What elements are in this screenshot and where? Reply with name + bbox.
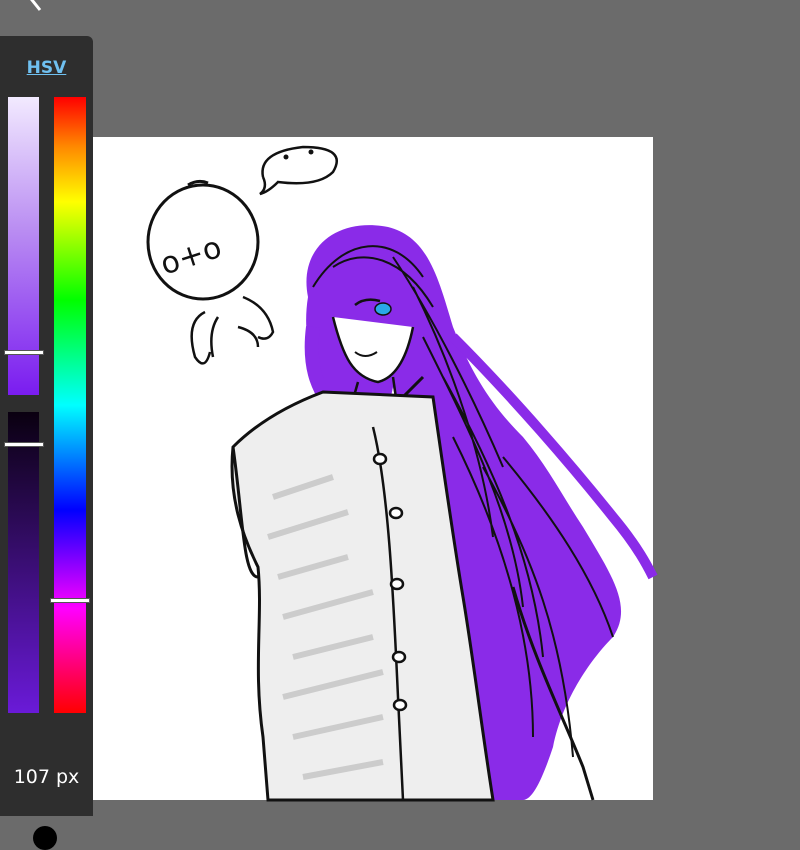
hue-slider[interactable]: [54, 97, 86, 713]
back-chevron-icon[interactable]: [22, 0, 50, 14]
brush-preview-dot[interactable]: [33, 826, 57, 850]
brush-size-label: 107 px: [13, 766, 80, 788]
saturation-slider-handle[interactable]: [4, 350, 44, 355]
sketch-face-text: o+o: [156, 230, 226, 282]
value-slider[interactable]: [8, 412, 39, 713]
drawing-canvas[interactable]: o+o: [93, 137, 658, 802]
hue-slider-handle[interactable]: [50, 598, 90, 603]
sketch-artwork: o+o: [146, 145, 658, 802]
value-slider-handle[interactable]: [4, 442, 44, 447]
color-mode-hsv-link[interactable]: HSV: [0, 58, 93, 78]
color-picker-panel: HSV 107 px: [0, 36, 93, 850]
